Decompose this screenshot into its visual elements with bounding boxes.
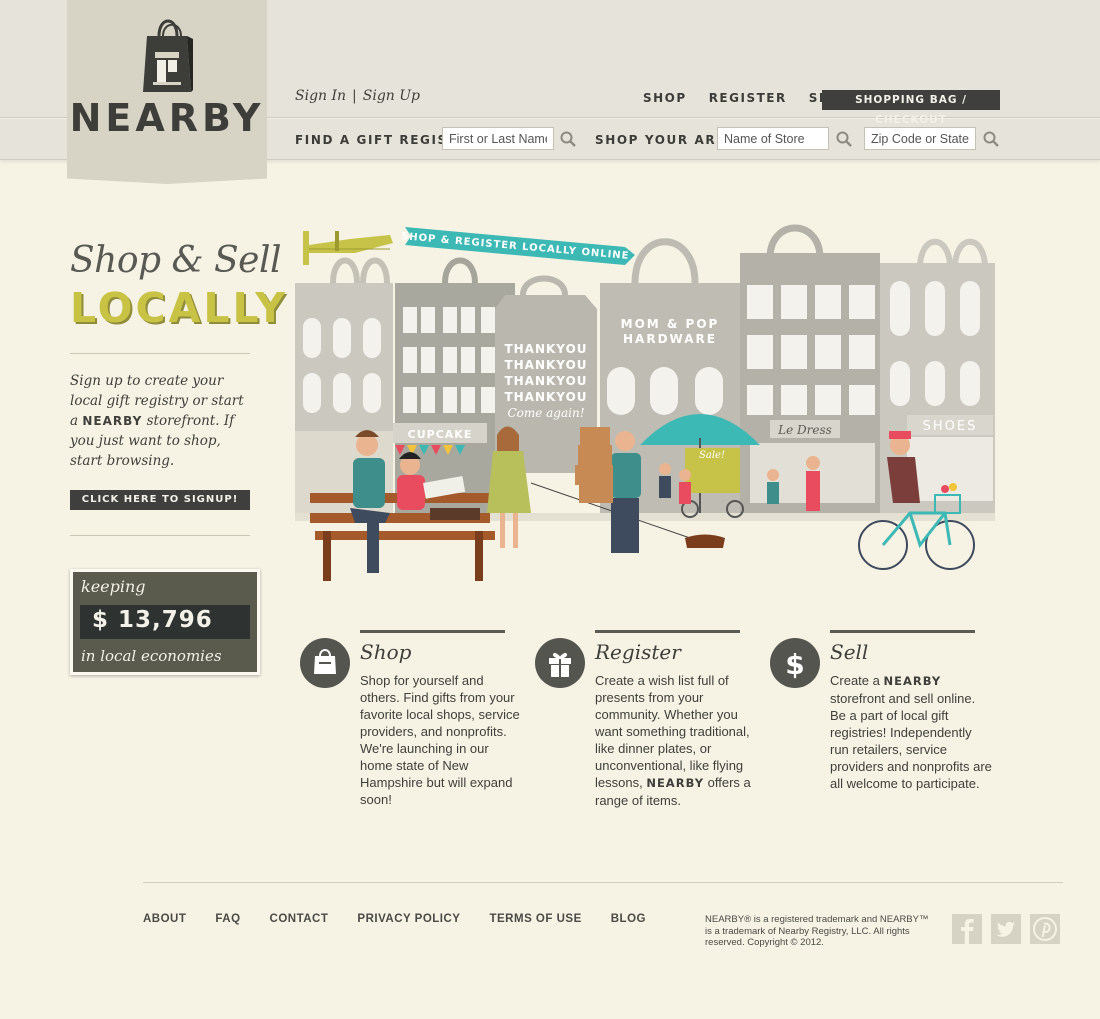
footer-link-terms[interactable]: TERMS OF USE	[489, 913, 581, 925]
feature-icon-circle	[300, 638, 350, 688]
twitter-icon[interactable]	[991, 914, 1021, 944]
feature-rule	[360, 630, 505, 633]
come-again-text: Come again!	[507, 406, 584, 420]
footer-link-faq[interactable]: FAQ	[215, 913, 240, 925]
counter-amount-bar: $ 13,796	[80, 605, 250, 639]
feature-text: storefront and sell online. Be a part of…	[830, 691, 992, 791]
thankyou-line: THANKYOU	[504, 374, 587, 388]
thankyou-line: THANKYOU	[504, 342, 587, 356]
footer-link-privacy[interactable]: PRIVACY POLICY	[357, 913, 460, 925]
zip-search-input[interactable]	[864, 127, 976, 150]
area-search-label: SHOP YOUR AREA	[595, 133, 737, 147]
search-icon[interactable]	[560, 131, 576, 147]
nav-register[interactable]: REGISTER	[709, 91, 787, 105]
search-icon[interactable]	[983, 131, 999, 147]
feature-title: Sell	[830, 640, 869, 664]
svg-text:$: $	[785, 648, 804, 681]
brand-wordmark: NEARBY	[69, 96, 265, 140]
feature-text: Create a wish list full of presents from…	[595, 673, 750, 790]
gift-icon	[549, 652, 571, 677]
feature-title: Shop	[360, 640, 412, 664]
auth-links: Sign In | Sign Up	[295, 88, 420, 104]
divider	[70, 535, 250, 536]
counter-amount: $ 13,796	[92, 607, 213, 633]
divider	[70, 353, 250, 354]
footer-link-blog[interactable]: BLOG	[611, 913, 646, 925]
feature-rule	[595, 630, 740, 633]
shopping-bag-icon	[314, 649, 336, 674]
counter-label-bottom: in local economies	[81, 647, 222, 665]
feature-rule	[830, 630, 975, 633]
feature-text: Create a	[830, 673, 880, 688]
counter-label-top: keeping	[81, 577, 146, 596]
feature-brand: NEARBY	[883, 674, 942, 688]
le-dress-sign: Le Dress	[777, 423, 832, 437]
feature-description: Create a NEARBY storefront and sell onli…	[830, 672, 992, 792]
feature-description: Create a wish list full of presents from…	[595, 672, 757, 809]
store-search-input[interactable]	[717, 127, 829, 150]
hardware-sign-line1: MOM & POP	[621, 317, 720, 331]
facebook-icon[interactable]	[952, 914, 982, 944]
pinterest-icon[interactable]	[1030, 914, 1060, 944]
sign-up-link[interactable]: Sign Up	[363, 88, 420, 104]
legal-text: NEARBY® is a registered trademark and NE…	[705, 914, 929, 948]
intro-brand: NEARBY	[82, 414, 143, 428]
footer-link-contact[interactable]: CONTACT	[270, 913, 329, 925]
building-le-dress: Le Dress	[740, 224, 880, 513]
hero-illustration: CUPCAKE THANKYOU THANKYOU THANKYOU THANK…	[295, 224, 995, 581]
footer-nav: ABOUT FAQ CONTACT PRIVACY POLICY TERMS O…	[143, 913, 675, 925]
nav-shop[interactable]: SHOP	[643, 91, 687, 105]
thankyou-line: THANKYOU	[504, 390, 587, 404]
search-icon[interactable]	[836, 131, 852, 147]
cupcake-sign: CUPCAKE	[408, 428, 473, 441]
headline-locally: LOCALLY	[70, 284, 288, 332]
shopping-bag-checkout-button[interactable]: SHOPPING BAG / CHECKOUT	[822, 90, 1000, 126]
dollar-icon: $	[785, 648, 804, 681]
footer-divider	[143, 882, 1063, 883]
intro-text: Sign up to create your local gift regist…	[70, 371, 255, 471]
signup-button[interactable]: CLICK HERE TO SIGNUP!	[70, 490, 250, 510]
registry-search-input[interactable]	[442, 127, 554, 150]
shopping-bag-logo-icon	[143, 19, 193, 92]
ribbon-banner: SHOP & REGISTER LOCALLY ONLINE	[401, 227, 635, 265]
auth-separator: |	[352, 88, 357, 104]
feature-title: Register	[595, 640, 681, 664]
local-economy-counter: keeping $ 13,796 in local economies	[70, 569, 260, 675]
feature-brand: NEARBY	[646, 776, 705, 790]
sale-sign: Sale!	[699, 450, 725, 461]
headline-shop-sell: Shop & Sell	[70, 240, 282, 281]
shoes-sign: SHOES	[923, 419, 978, 434]
thankyou-line: THANKYOU	[504, 358, 587, 372]
feature-icon-circle: $	[770, 638, 820, 688]
sign-in-link[interactable]: Sign In	[295, 88, 346, 104]
feature-icon-circle	[535, 638, 585, 688]
footer-link-about[interactable]: ABOUT	[143, 913, 186, 925]
man-with-boxes	[575, 427, 641, 553]
feature-description: Shop for yourself and others. Find gifts…	[360, 673, 520, 807]
logo[interactable]: NEARBY	[67, 0, 267, 184]
hardware-sign-line2: HARDWARE	[623, 332, 717, 346]
